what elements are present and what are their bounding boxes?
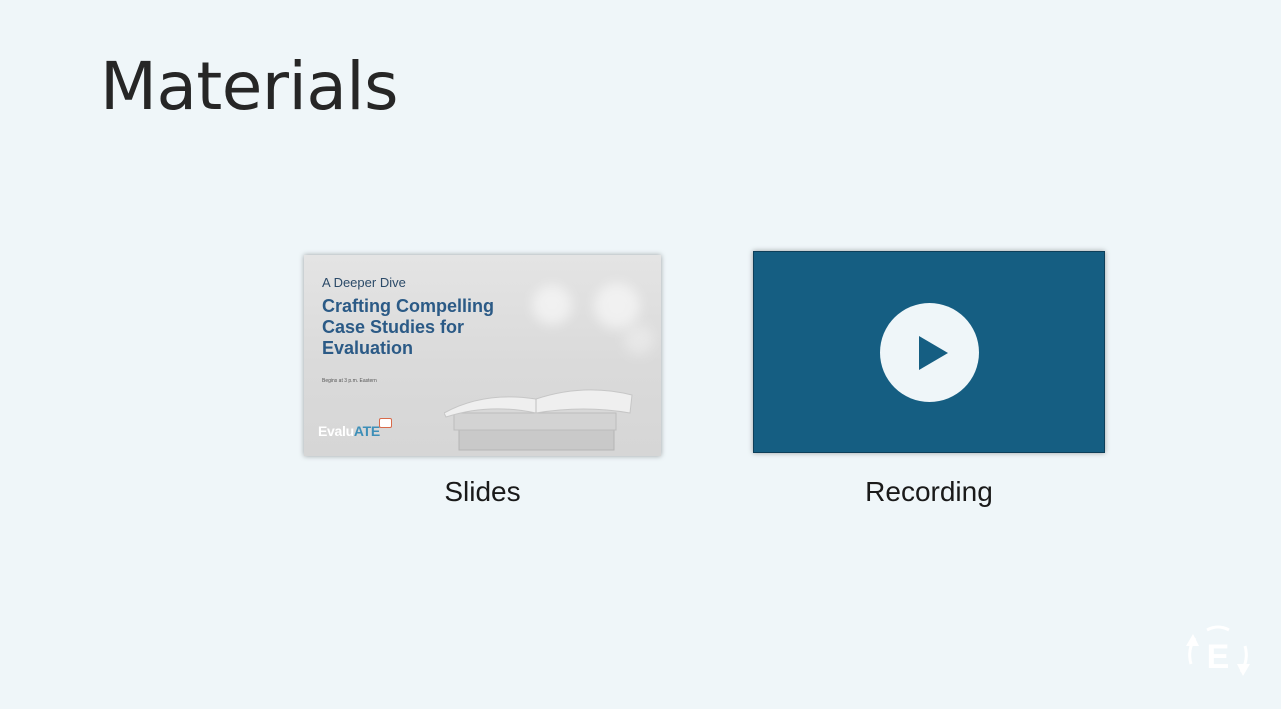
speech-bubble-icon xyxy=(378,418,392,428)
slides-thumbnail[interactable]: A Deeper Dive Crafting Compelling Case S… xyxy=(304,255,661,456)
logo-accent: ATE xyxy=(353,423,380,439)
slide-kicker: A Deeper Dive xyxy=(322,275,406,290)
recording-link[interactable]: Recording xyxy=(753,476,1105,508)
evaluate-logo: EvaluATE xyxy=(318,418,392,439)
logo-letter: E xyxy=(1207,638,1230,676)
play-icon xyxy=(919,336,948,370)
page-title: Materials xyxy=(100,48,399,125)
evaluate-logo-icon: E xyxy=(1186,625,1250,676)
logo-text: Evalu xyxy=(318,423,354,439)
slides-link[interactable]: Slides xyxy=(304,476,661,508)
recording-thumbnail[interactable] xyxy=(753,251,1105,453)
bokeh-light xyxy=(624,325,654,355)
bokeh-light xyxy=(532,285,572,325)
slide-subtitle: Begins at 3 p.m. Eastern xyxy=(322,378,377,384)
bokeh-light xyxy=(594,283,640,329)
books-image xyxy=(444,389,633,451)
slide-title: Crafting Compelling Case Studies for Eva… xyxy=(322,296,494,358)
play-button[interactable] xyxy=(880,303,979,402)
